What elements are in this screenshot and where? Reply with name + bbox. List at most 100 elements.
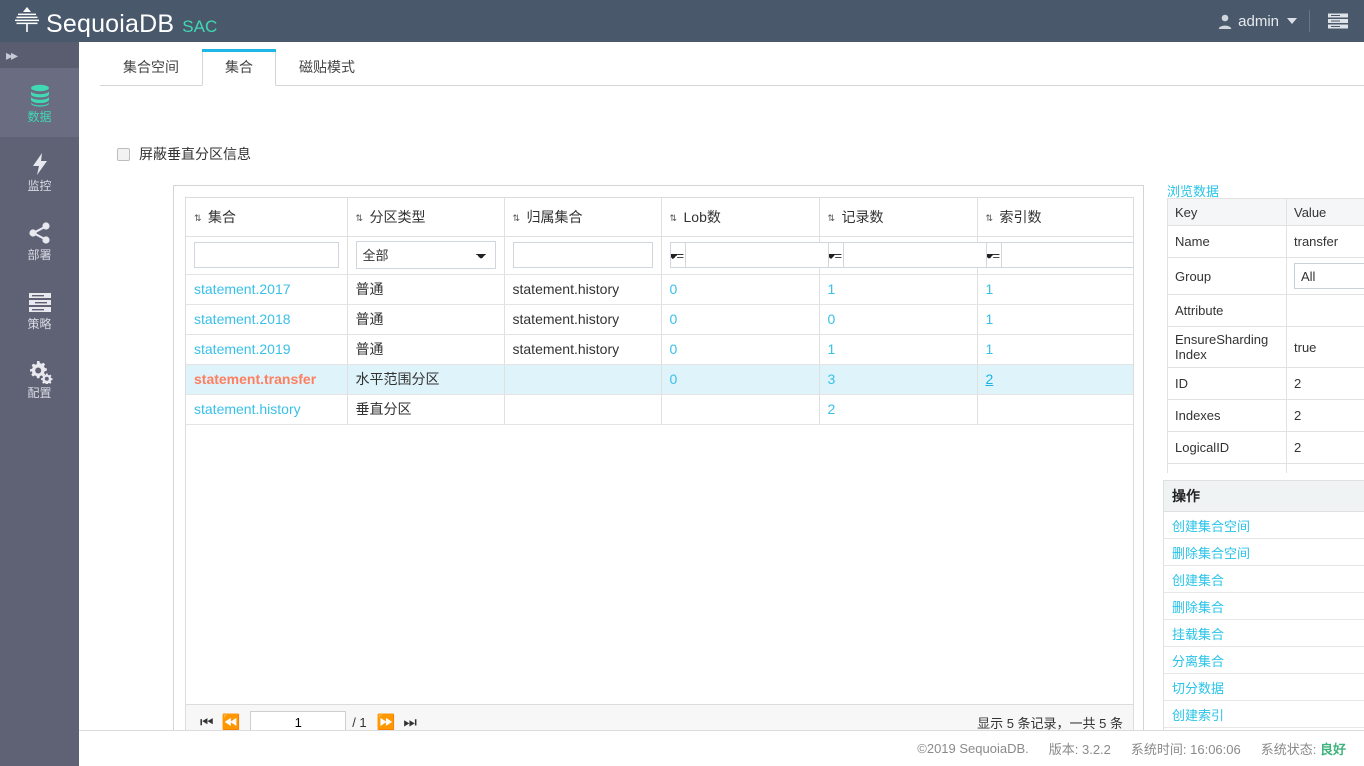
- menu-grid-button[interactable]: [1310, 13, 1364, 29]
- cell-index-count[interactable]: 1: [977, 334, 1133, 365]
- filter-operator-lob[interactable]: =: [669, 242, 685, 268]
- next-page-icon[interactable]: ⏩: [373, 715, 400, 730]
- sidebar-collapse-toggle[interactable]: ▸▸: [0, 42, 79, 68]
- collections-table-body: statement.2017 普通 statement.history 0 1 …: [186, 274, 1133, 425]
- detail-key: Group: [1167, 257, 1287, 295]
- cell-collection-name[interactable]: statement.transfer: [186, 364, 348, 395]
- filter-op-combo-records: =: [827, 242, 1033, 268]
- operation-create-collection-space[interactable]: 创建集合空间: [1164, 512, 1364, 539]
- detail-row-indexes: Indexes 2: [1167, 399, 1364, 432]
- filter-cell-record-count: =: [819, 236, 1033, 275]
- operation-create-index[interactable]: 创建索引: [1164, 701, 1364, 728]
- detail-kv-table: Key Value Name transfer Group All Attrib…: [1167, 198, 1364, 473]
- brand-logo-area[interactable]: SequoiaDB SAC: [0, 5, 217, 37]
- records-summary-label: 显示 5 条记录，一共 5 条: [977, 715, 1123, 731]
- cell-belongs-to: [504, 394, 662, 425]
- cell-belongs-to: statement.history: [504, 334, 662, 365]
- detail-key: ID: [1167, 367, 1287, 400]
- table-row[interactable]: statement.2017 普通 statement.history 0 1 …: [186, 274, 1133, 305]
- sidebar-item-config[interactable]: 配置: [0, 344, 79, 413]
- filter-operator-records[interactable]: =: [827, 242, 843, 268]
- detail-value: transfer: [1286, 225, 1364, 258]
- filter-cell-lob-count: =: [661, 236, 875, 275]
- detail-key: EnsureSharding Index: [1167, 326, 1287, 368]
- filter-value-indexes[interactable]: [1000, 242, 1133, 268]
- filter-input-collection[interactable]: [194, 242, 339, 268]
- cell-partition-type: 普通: [347, 334, 505, 365]
- cell-lob-count[interactable]: 0: [661, 274, 820, 305]
- operation-attach-collection[interactable]: 挂载集合: [1164, 620, 1364, 647]
- first-page-icon[interactable]: ⏮: [196, 715, 218, 730]
- operation-detach-collection[interactable]: 分离集合: [1164, 647, 1364, 674]
- cell-record-count[interactable]: 0: [819, 304, 978, 335]
- hide-vertical-partition-checkbox[interactable]: [117, 147, 130, 161]
- cell-record-count[interactable]: 1: [819, 274, 978, 305]
- filter-input-belongs-to[interactable]: [512, 242, 653, 268]
- table-row[interactable]: statement.history 垂直分区 2: [186, 394, 1133, 425]
- cell-record-count[interactable]: 2: [819, 394, 978, 425]
- table-row[interactable]: statement.2019 普通 statement.history 0 1 …: [186, 334, 1133, 365]
- column-header-record-count[interactable]: ⇅ 记录数: [819, 198, 978, 237]
- content-area: 集合空间 集合 磁贴模式 屏蔽垂直分区信息 ⇅ 集合 ⇅ 分区类型 ⇅ 归属集合…: [79, 42, 1364, 766]
- column-label: 记录数: [841, 208, 884, 225]
- cell-collection-name[interactable]: statement.2017: [186, 274, 348, 305]
- sort-icon: ⇅: [827, 212, 836, 223]
- group-select[interactable]: All: [1294, 263, 1364, 289]
- user-menu-button[interactable]: admin: [1206, 13, 1309, 30]
- prev-page-icon[interactable]: ⏪: [218, 715, 245, 730]
- cell-collection-name[interactable]: statement.2019: [186, 334, 348, 365]
- filter-operator-indexes[interactable]: =: [985, 242, 1001, 268]
- detail-key: [1167, 463, 1287, 473]
- detail-row-id: ID 2: [1167, 367, 1364, 400]
- tab-label: 集合: [225, 59, 253, 75]
- cell-belongs-to: [504, 364, 662, 395]
- footer-system-time: 系统时间: 16:06:06: [1130, 742, 1241, 757]
- menu-grid-icon: [1328, 13, 1348, 29]
- sidebar-item-data[interactable]: 数据: [0, 68, 79, 137]
- tab-collection[interactable]: 集合: [202, 49, 276, 86]
- cell-index-count[interactable]: 1: [977, 304, 1133, 335]
- cell-record-count[interactable]: 3: [819, 364, 978, 395]
- cell-lob-count[interactable]: 0: [661, 364, 820, 395]
- column-header-belongs-to[interactable]: ⇅ 归属集合: [504, 198, 662, 237]
- cell-index-count[interactable]: [977, 394, 1133, 425]
- sidebar-item-deploy[interactable]: 部署: [0, 206, 79, 275]
- tab-tile-mode[interactable]: 磁贴模式: [276, 48, 378, 86]
- column-header-index-count[interactable]: ⇅ 索引数: [977, 198, 1133, 237]
- operation-delete-collection[interactable]: 删除集合: [1164, 593, 1364, 620]
- last-page-icon[interactable]: ⏭: [399, 715, 421, 730]
- column-label: 分区类型: [369, 208, 426, 225]
- operation-delete-collection-space[interactable]: 删除集合空间: [1164, 539, 1364, 566]
- sidebar-item-label: 数据: [27, 110, 52, 124]
- status-badge: 良好: [1319, 742, 1346, 757]
- detail-row-name: Name transfer: [1167, 225, 1364, 258]
- cell-index-count[interactable]: 2: [977, 364, 1133, 395]
- table-header-row: ⇅ 集合 ⇅ 分区类型 ⇅ 归属集合 ⇅ Lob数 ⇅ 记录数 ⇅ 索引数: [186, 198, 1133, 237]
- column-header-partition-type[interactable]: ⇅ 分区类型: [347, 198, 505, 237]
- cell-lob-count[interactable]: [661, 394, 820, 425]
- column-header-lob-count[interactable]: ⇅ Lob数: [661, 198, 820, 237]
- cell-lob-count[interactable]: 0: [661, 304, 820, 335]
- table-row[interactable]: statement.transfer 水平范围分区 0 3 2: [186, 364, 1133, 395]
- table-row[interactable]: statement.2018 普通 statement.history 0 0 …: [186, 304, 1133, 335]
- filter-op-combo-lob: =: [669, 242, 875, 268]
- operation-create-collection[interactable]: 创建集合: [1164, 566, 1364, 593]
- detail-row-attribute: Attribute: [1167, 294, 1364, 327]
- filter-select-partition-type[interactable]: 全部: [355, 241, 496, 269]
- sidebar-item-monitor[interactable]: 监控: [0, 137, 79, 206]
- detail-row-ensure-sharding-index: EnsureSharding Index true: [1167, 326, 1364, 368]
- detail-col-value: Value: [1286, 198, 1364, 226]
- left-sidebar: ▸▸ 数据 监控 部署 策略 配置: [0, 42, 79, 766]
- detail-value: [1286, 294, 1364, 327]
- sort-icon: ⇅: [194, 212, 202, 223]
- column-label: 集合: [208, 208, 236, 225]
- cell-collection-name[interactable]: statement.2018: [186, 304, 348, 335]
- operation-split-data[interactable]: 切分数据: [1164, 674, 1364, 701]
- sidebar-item-policy[interactable]: 策略: [0, 275, 79, 344]
- column-header-collection[interactable]: ⇅ 集合: [186, 198, 348, 237]
- cell-collection-name[interactable]: statement.history: [186, 394, 348, 425]
- cell-lob-count[interactable]: 0: [661, 334, 820, 365]
- cell-record-count[interactable]: 1: [819, 334, 978, 365]
- cell-index-count[interactable]: 1: [977, 274, 1133, 305]
- tab-collection-space[interactable]: 集合空间: [100, 48, 202, 86]
